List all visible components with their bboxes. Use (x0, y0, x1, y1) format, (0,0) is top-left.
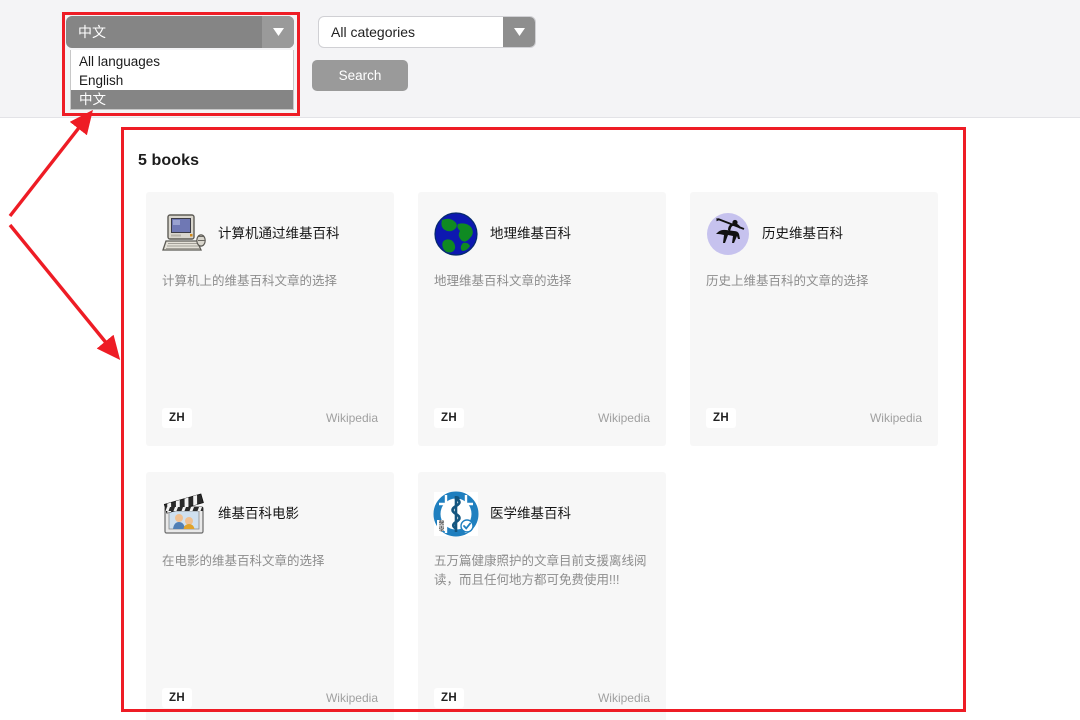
category-select-wrapper: All categories (318, 16, 536, 48)
language-option-list[interactable]: All languages English 中文 (70, 50, 294, 110)
language-badge: ZH (162, 688, 192, 708)
book-card-title: 医学维基百科 (490, 506, 571, 521)
search-toolbar: 中文 All languages English 中文 All categori… (0, 0, 1080, 118)
book-card-header: 醫 學 医学维基百科 (418, 472, 666, 538)
rod-of-asclepius-icon: 醫 學 (432, 490, 480, 538)
language-badge: ZH (434, 408, 464, 428)
book-card-footer: ZH Wikipedia (690, 408, 938, 446)
arrow-to-results-panel (8, 223, 121, 361)
language-option-chinese[interactable]: 中文 (71, 90, 293, 109)
language-option-english[interactable]: English (71, 71, 293, 90)
chevron-down-icon[interactable] (262, 16, 294, 48)
book-card-title: 维基百科电影 (218, 506, 299, 521)
book-card-description: 地理维基百科文章的选择 (434, 274, 572, 288)
book-card-title: 计算机通过维基百科 (218, 226, 340, 241)
chevron-down-icon[interactable] (503, 17, 535, 47)
book-source-label: Wikipedia (869, 411, 922, 425)
category-select-value: All categories (331, 24, 416, 40)
svg-text:學: 學 (439, 525, 445, 533)
language-badge: ZH (434, 688, 464, 708)
book-card-header: 历史维基百科 (690, 192, 938, 258)
vintage-computer-icon (160, 210, 208, 258)
book-source-label: Wikipedia (325, 411, 378, 425)
search-button[interactable]: Search (312, 60, 408, 91)
book-card-description: 在电影的维基百科文章的选择 (162, 554, 325, 568)
centaur-history-icon (704, 210, 752, 258)
language-select-wrapper: 中文 All languages English 中文 (66, 16, 294, 110)
movie-clapperboard-icon (160, 490, 208, 538)
book-grid: 计算机通过维基百科 计算机上的维基百科文章的选择 ZH Wikipedia 地理… (146, 192, 941, 720)
book-card-header: 计算机通过维基百科 (146, 192, 394, 258)
category-select[interactable]: All categories (318, 16, 536, 48)
language-badge: ZH (706, 408, 736, 428)
results-count-heading: 5 books (138, 152, 200, 169)
results-panel: 5 books 计算机通过维基百科 计算机上的维基百科文章的选择 ZH Wiki… (124, 130, 963, 720)
book-card-title: 地理维基百科 (490, 226, 571, 241)
svg-text:醫: 醫 (439, 520, 445, 527)
book-card[interactable]: 维基百科电影 在电影的维基百科文章的选择 ZH Wikipedia (146, 472, 394, 720)
language-badge: ZH (162, 408, 192, 428)
book-card[interactable]: 地理维基百科 地理维基百科文章的选择 ZH Wikipedia (418, 192, 666, 446)
app-root: 中文 All languages English 中文 All categori… (0, 0, 1080, 720)
language-option-all-languages[interactable]: All languages (71, 52, 293, 71)
arrow-to-language-dropdown (8, 109, 93, 218)
language-select-value: 中文 (78, 24, 106, 40)
book-card[interactable]: 历史维基百科 历史上维基百科的文章的选择 ZH Wikipedia (690, 192, 938, 446)
book-card-description: 五万篇健康照护的文章目前支援离线阅读，而且任何地方都可免费使用!!! (434, 554, 647, 587)
book-card-footer: ZH Wikipedia (418, 408, 666, 446)
book-card-title: 历史维基百科 (762, 226, 843, 241)
book-card-description: 历史上维基百科的文章的选择 (706, 274, 869, 288)
book-card-footer: ZH Wikipedia (146, 408, 394, 446)
book-source-label: Wikipedia (597, 691, 650, 705)
book-card-description: 计算机上的维基百科文章的选择 (162, 274, 338, 288)
book-card-footer: ZH Wikipedia (418, 688, 666, 720)
language-select[interactable]: 中文 (66, 16, 294, 48)
book-source-label: Wikipedia (597, 411, 650, 425)
globe-icon (432, 210, 480, 258)
book-card[interactable]: 醫 學 医学维基百科 五万篇健康照护的文章目前支援离线阅读，而且任何地方都可免费… (418, 472, 666, 720)
book-card[interactable]: 计算机通过维基百科 计算机上的维基百科文章的选择 ZH Wikipedia (146, 192, 394, 446)
book-card-header: 地理维基百科 (418, 192, 666, 258)
book-card-header: 维基百科电影 (146, 472, 394, 538)
book-card-footer: ZH Wikipedia (146, 688, 394, 720)
book-source-label: Wikipedia (325, 691, 378, 705)
